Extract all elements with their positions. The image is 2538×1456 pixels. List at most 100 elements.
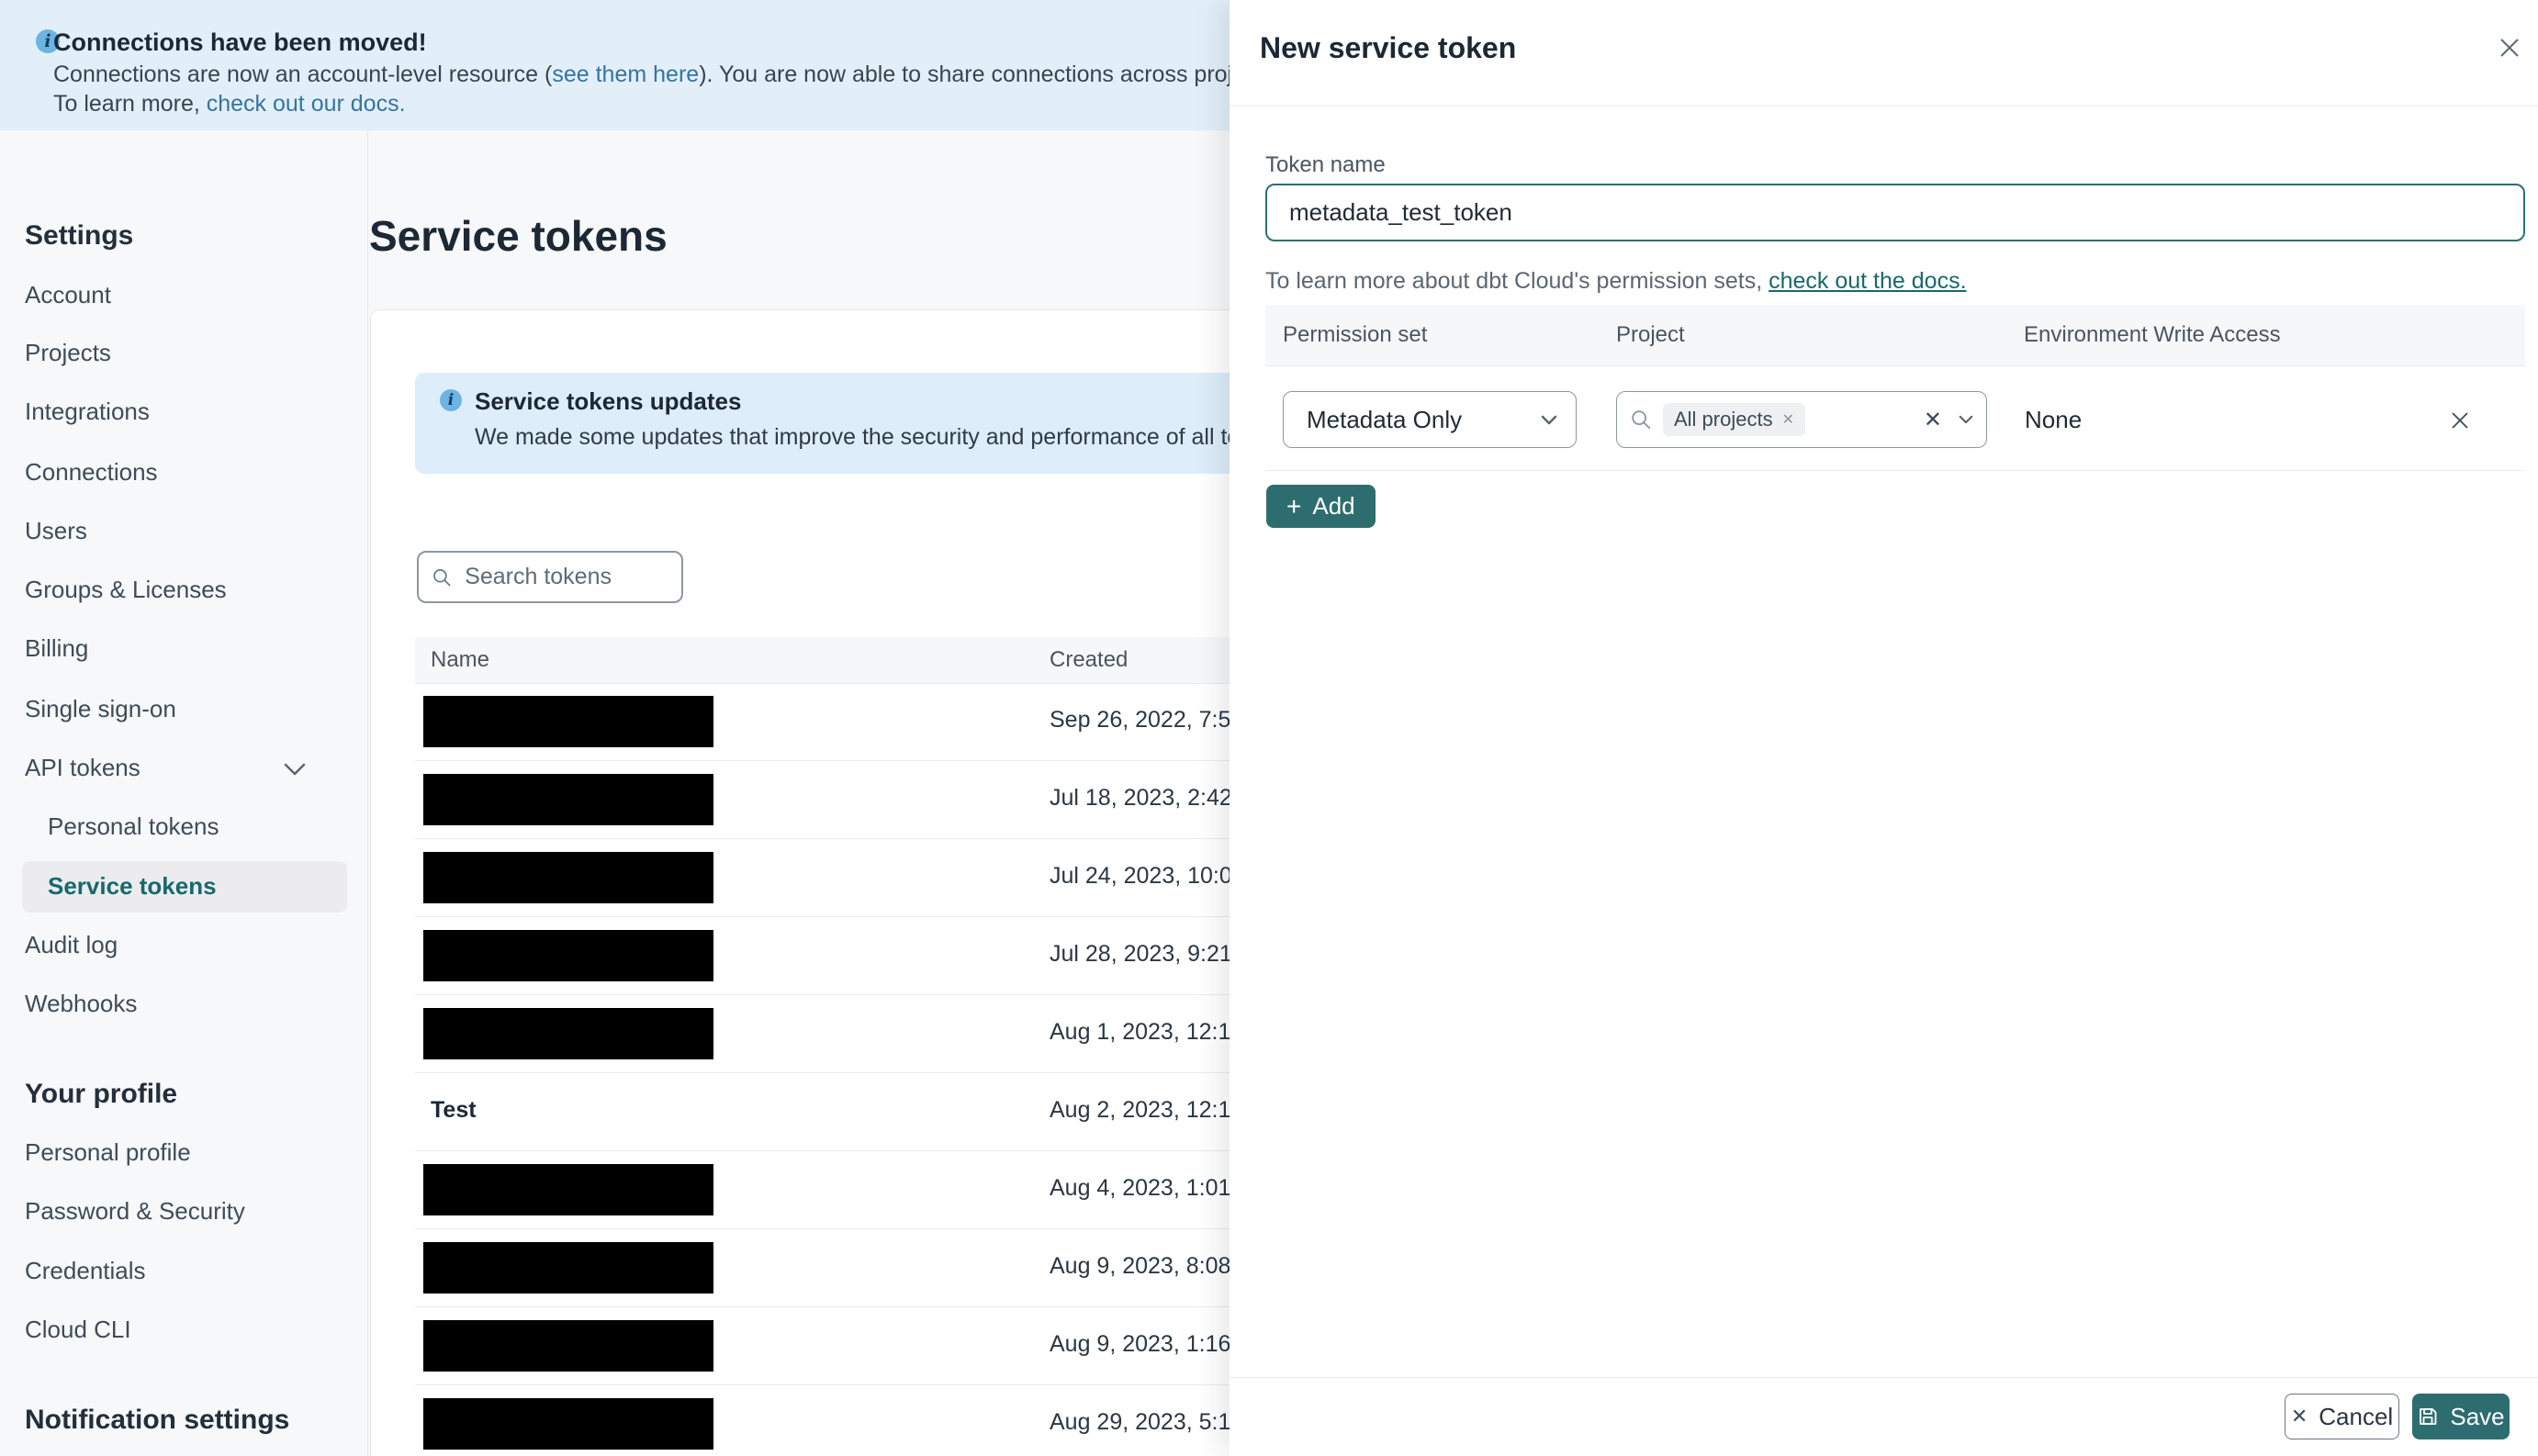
- permission-set-select[interactable]: Metadata Only: [1283, 391, 1577, 448]
- add-permission-button[interactable]: + Add: [1266, 485, 1376, 528]
- redacted-token-name: [423, 696, 713, 747]
- new-service-token-drawer: New service token Token name To learn mo…: [1230, 0, 2538, 1456]
- project-chip-label: All projects: [1674, 408, 1773, 431]
- banner-body-pre: Connections are now an account-level res…: [53, 62, 553, 87]
- project-multiselect[interactable]: All projects ✕ ✕: [1616, 391, 1987, 448]
- redacted-token-name: [423, 774, 713, 825]
- token-created-date: Jul 18, 2023, 2:42 PM P: [1050, 785, 1230, 811]
- main-content: Service tokens i Service tokens updates …: [367, 130, 1230, 1456]
- column-header-project: Project: [1616, 322, 1685, 347]
- see-them-here-link[interactable]: see them here: [552, 62, 699, 87]
- save-button-label: Save: [2450, 1402, 2505, 1430]
- search-tokens-box[interactable]: [417, 551, 683, 603]
- sidebar-item-account[interactable]: Account: [25, 281, 111, 309]
- sidebar-item-users[interactable]: Users: [25, 517, 87, 545]
- chevron-down-icon[interactable]: [1959, 415, 1973, 424]
- token-created-date: Aug 9, 2023, 8:08 AM P: [1050, 1253, 1230, 1279]
- close-icon[interactable]: [2491, 29, 2528, 66]
- save-button[interactable]: Save: [2412, 1394, 2510, 1439]
- settings-sidebar: Settings Account Projects Integrations C…: [0, 130, 368, 1456]
- sidebar-item-audit-log[interactable]: Audit log: [25, 931, 118, 959]
- sidebar-item-integrations[interactable]: Integrations: [25, 398, 150, 426]
- permission-set-value: Metadata Only: [1307, 405, 1463, 433]
- table-header: Name Created: [415, 637, 1230, 684]
- cancel-button-label: Cancel: [2319, 1402, 2394, 1430]
- redacted-token-name: [423, 1398, 713, 1450]
- token-created-date: Aug 9, 2023, 1:16 PM P: [1050, 1331, 1230, 1357]
- redacted-token-name: [423, 1242, 713, 1294]
- table-row[interactable]: Jul 18, 2023, 2:42 PM P: [415, 761, 1230, 839]
- check-docs-link[interactable]: check out our docs.: [207, 91, 406, 117]
- column-header-created: Created: [1050, 647, 1129, 672]
- search-icon: [1632, 410, 1651, 430]
- info-banner-body: We made some updates that improve the se…: [475, 424, 1230, 450]
- token-created-date: Aug 2, 2023, 12:19 PM P: [1050, 1097, 1230, 1123]
- chip-remove-icon[interactable]: ✕: [1782, 410, 1794, 429]
- add-button-label: Add: [1312, 492, 1355, 520]
- column-header-environment-write-access: Environment Write Access: [2024, 322, 2281, 347]
- chevron-down-icon: [1541, 415, 1557, 424]
- banner-footer: To learn more, check out our docs.: [53, 91, 406, 118]
- table-row[interactable]: Sep 26, 2022, 7:59 AM P: [415, 683, 1230, 761]
- save-icon: [2417, 1406, 2439, 1428]
- banner-footer-pre: To learn more,: [53, 91, 207, 117]
- column-header-permission-set: Permission set: [1283, 322, 1428, 347]
- sidebar-item-single-sign-on[interactable]: Single sign-on: [25, 695, 176, 723]
- remove-permission-row-icon[interactable]: [2440, 400, 2480, 441]
- service-tokens-card: i Service tokens updates We made some up…: [370, 309, 1230, 1456]
- redacted-token-name: [423, 1320, 713, 1372]
- table-row[interactable]: Test Aug 2, 2023, 12:19 PM P: [415, 1073, 1230, 1151]
- close-icon: ✕: [2290, 1405, 2308, 1428]
- page-title: Service tokens: [369, 212, 668, 260]
- redacted-token-name: [423, 1008, 713, 1059]
- sidebar-item-credentials[interactable]: Credentials: [25, 1257, 146, 1285]
- sidebar-item-personal-profile[interactable]: Personal profile: [25, 1138, 191, 1167]
- sidebar-item-connections[interactable]: Connections: [25, 458, 158, 487]
- table-row[interactable]: Jul 28, 2023, 9:21 AM P: [415, 917, 1230, 995]
- sidebar-notification-header: Notification settings: [25, 1405, 290, 1435]
- table-row[interactable]: Aug 29, 2023, 5:10 AM P: [415, 1385, 1230, 1456]
- sidebar-item-personal-tokens[interactable]: Personal tokens: [48, 812, 219, 841]
- permission-sets-helper: To learn more about dbt Cloud's permissi…: [1265, 268, 1967, 295]
- sidebar-item-projects[interactable]: Projects: [25, 339, 111, 367]
- helper-text: To learn more about dbt Cloud's permissi…: [1265, 268, 1769, 294]
- sidebar-item-webhooks[interactable]: Webhooks: [25, 990, 137, 1018]
- table-row[interactable]: Aug 4, 2023, 1:01 PM P: [415, 1151, 1230, 1229]
- check-out-docs-link[interactable]: check out the docs.: [1769, 268, 1966, 294]
- environment-write-access-value: None: [2025, 406, 2083, 433]
- sidebar-profile-header: Your profile: [25, 1079, 178, 1109]
- banner-title: Connections have been moved!: [53, 28, 427, 56]
- sidebar-item-service-tokens[interactable]: Service tokens: [48, 872, 217, 901]
- sidebar-item-billing[interactable]: Billing: [25, 634, 88, 663]
- app-screen: i Connections have been moved! Connectio…: [0, 0, 2538, 1456]
- chevron-down-icon[interactable]: [283, 762, 307, 777]
- info-banner-title: Service tokens updates: [475, 387, 742, 415]
- token-created-date: Aug 29, 2023, 5:10 AM P: [1050, 1409, 1230, 1435]
- permissions-grid-header: Permission set Project Environment Write…: [1265, 305, 2525, 366]
- token-table-body: Sep 26, 2022, 7:59 AM P Jul 18, 2023, 2:…: [415, 683, 1230, 1456]
- sidebar-item-cloud-cli[interactable]: Cloud CLI: [25, 1316, 131, 1344]
- token-created-date: Jul 24, 2023, 10:00 AM: [1050, 863, 1230, 889]
- search-input[interactable]: [463, 563, 668, 591]
- sidebar-item-groups-licenses[interactable]: Groups & Licenses: [25, 576, 227, 604]
- sidebar-item-password-security[interactable]: Password & Security: [25, 1197, 245, 1226]
- cancel-button[interactable]: ✕ Cancel: [2285, 1394, 2399, 1439]
- plus-icon: +: [1286, 491, 1302, 521]
- redacted-token-name: [423, 930, 713, 981]
- search-icon: [433, 568, 451, 586]
- table-row[interactable]: Aug 9, 2023, 1:16 PM P: [415, 1307, 1230, 1385]
- column-header-name: Name: [431, 647, 490, 672]
- token-name: Test: [431, 1097, 477, 1123]
- table-row[interactable]: Aug 1, 2023, 12:10 PM P: [415, 995, 1230, 1073]
- table-row[interactable]: Jul 24, 2023, 10:00 AM: [415, 839, 1230, 917]
- sidebar-item-api-tokens[interactable]: API tokens: [25, 754, 140, 782]
- permissions-row-divider: [1265, 470, 2525, 471]
- clear-selection-icon[interactable]: ✕: [1924, 407, 1942, 433]
- sidebar-settings-header: Settings: [25, 220, 134, 251]
- token-created-date: Jul 28, 2023, 9:21 AM P: [1050, 941, 1230, 967]
- table-row[interactable]: Aug 9, 2023, 8:08 AM P: [415, 1229, 1230, 1307]
- redacted-token-name: [423, 852, 713, 903]
- project-chip: All projects ✕: [1663, 403, 1805, 436]
- token-name-input[interactable]: [1265, 184, 2525, 241]
- token-created-date: Sep 26, 2022, 7:59 AM P: [1050, 707, 1230, 733]
